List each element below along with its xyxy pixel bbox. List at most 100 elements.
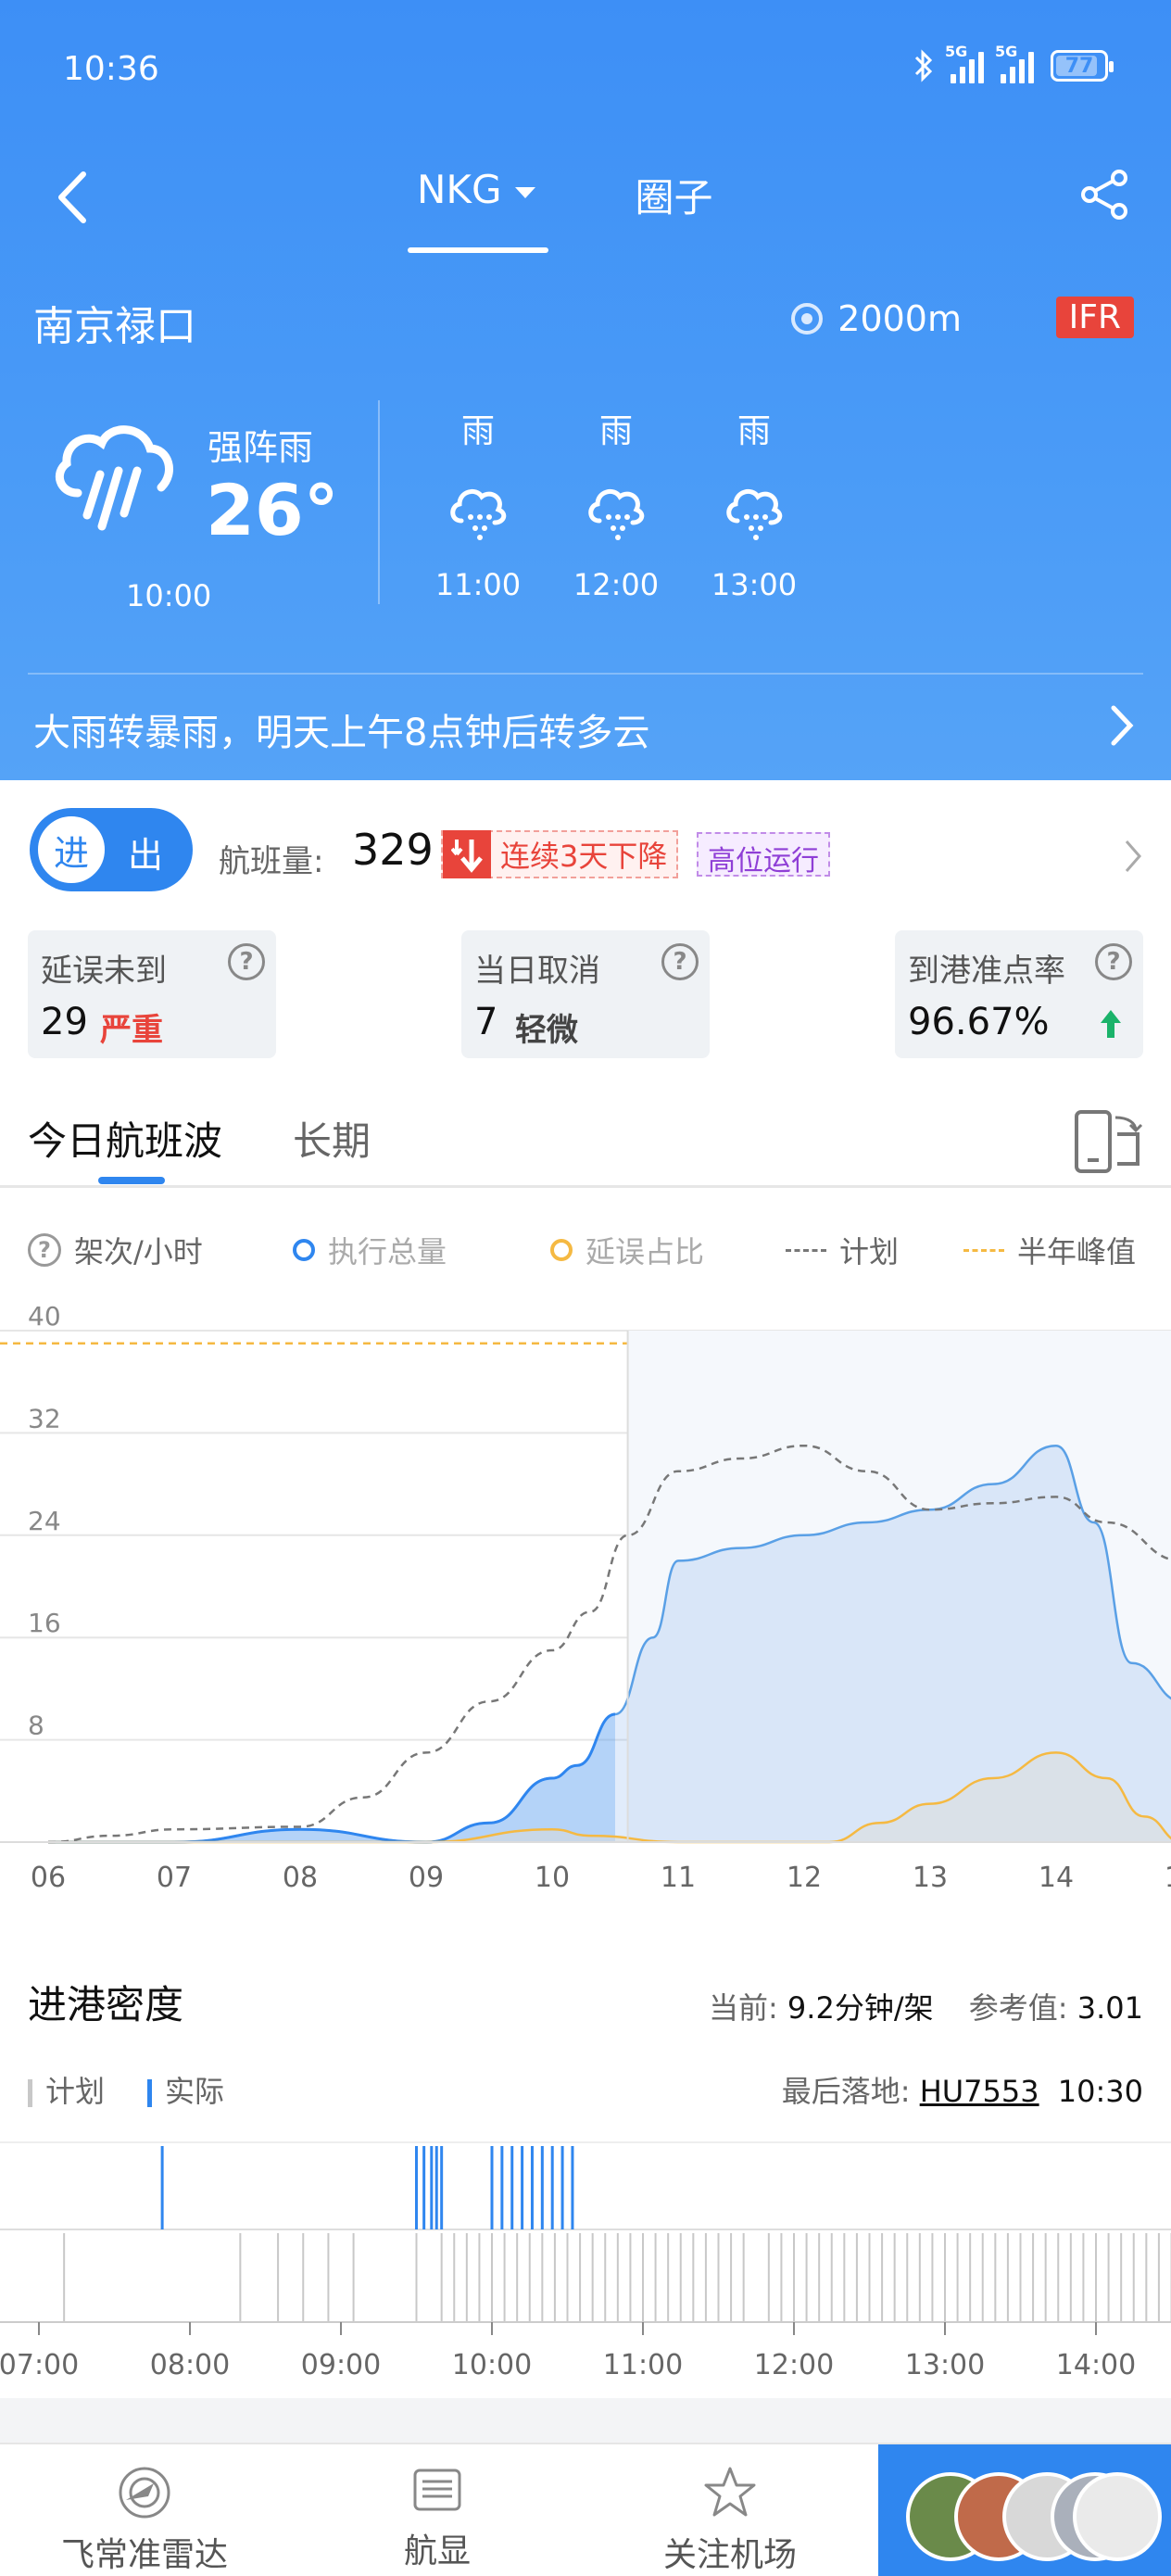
visibility: 2000m	[789, 298, 962, 339]
star-icon	[704, 2467, 756, 2517]
x-tick-label: 11	[661, 1862, 696, 1894]
bottom-nav: 飞常准雷达 航显 关注机场	[0, 2443, 1171, 2576]
back-arrow-icon[interactable]	[44, 165, 100, 230]
current-time: 10:00	[126, 578, 212, 613]
hero-divider	[28, 673, 1143, 675]
legend-plan[interactable]: 计划	[786, 1229, 899, 1271]
stat-card-ontime[interactable]: 到港准点率 ? 96.67%	[895, 930, 1143, 1058]
forecast-item: 雨 12:00	[573, 412, 660, 602]
help-icon[interactable]: ?	[28, 1233, 61, 1267]
time-label: 14:00	[1056, 2349, 1136, 2381]
flight-board-icon	[413, 2469, 461, 2511]
help-icon[interactable]: ?	[228, 943, 265, 980]
rotate-screen-icon[interactable]	[1073, 1108, 1143, 1175]
help-icon[interactable]: ?	[1095, 943, 1132, 980]
severity-tag: 严重	[100, 1012, 163, 1049]
help-icon[interactable]: ?	[661, 943, 699, 980]
legend-actual: 实际	[147, 2068, 224, 2111]
caret-down-icon	[514, 186, 535, 198]
last-landing-flight-link[interactable]: HU7553	[920, 2074, 1039, 2109]
battery-icon: 77	[1051, 50, 1114, 82]
chevron-right-icon[interactable]	[1123, 838, 1143, 875]
y-tick-label: 32	[28, 1403, 61, 1433]
toggle-out[interactable]: 出	[128, 827, 163, 878]
weather-header: 10:36 5G 5G 77 NKG 圈子 南京禄口 2000m IFR 强阵雨…	[0, 0, 1171, 780]
bluetooth-icon	[914, 49, 933, 82]
nav-follow[interactable]: 关注机场	[619, 2444, 841, 2576]
forecast-item: 雨 11:00	[434, 412, 522, 602]
x-tick-label: 06	[31, 1862, 66, 1894]
rain-icon	[726, 488, 783, 540]
density-svg: 07:00 08:00 09:00 10:00 11:00 12:00 13:00 14:00	[0, 2141, 1171, 2381]
eye-icon	[791, 303, 824, 335]
density-current: 当前: 9.2分钟/架 参考值: 3.01	[708, 1990, 1143, 2026]
time-label: 08:00	[150, 2349, 230, 2381]
time-label: 07:00	[0, 2349, 79, 2381]
flight-summary: 进 出 航班量: 329 连续3天下降 高位运行	[0, 804, 1171, 897]
down-arrow-icon	[443, 830, 491, 878]
flights-value: 329	[352, 825, 434, 875]
stat-card-cancelled[interactable]: 当日取消 ? 7 轻微	[461, 930, 710, 1058]
x-tick-label: 08	[283, 1862, 318, 1894]
trend-badge: 连续3天下降	[441, 830, 679, 878]
density-legend: 计划 实际	[28, 2068, 224, 2111]
promo-banner[interactable]	[878, 2444, 1171, 2576]
chevron-right-icon[interactable]	[1106, 702, 1138, 749]
x-tick-label: 12	[787, 1862, 822, 1894]
series-total-past-area	[48, 1714, 615, 1842]
time-label: 12:00	[754, 2349, 834, 2381]
rain-icon	[450, 488, 507, 540]
tab-circle[interactable]: 圈子	[636, 167, 713, 246]
forecast-item: 雨 13:00	[711, 412, 798, 602]
time-label: 10:00	[452, 2349, 532, 2381]
severity-tag: 轻微	[515, 1012, 578, 1049]
chart-tabs: 今日航班波 长期	[0, 1095, 1171, 1188]
toggle-in[interactable]: 进	[35, 814, 107, 886]
tab-today-wave[interactable]: 今日航班波	[28, 1110, 222, 1167]
heavy-rain-icon	[55, 425, 173, 531]
legend-total[interactable]: 执行总量	[293, 1229, 447, 1271]
x-tick-label: 14	[1039, 1862, 1074, 1894]
time-label: 09:00	[301, 2349, 381, 2381]
status-time: 10:36	[63, 50, 159, 88]
x-tick-label: 09	[409, 1862, 444, 1894]
y-tick-label: 24	[28, 1506, 61, 1536]
last-landing: 最后落地: HU7553 10:30	[781, 2074, 1143, 2109]
time-label: 13:00	[905, 2349, 985, 2381]
legend-plan: 计划	[28, 2068, 105, 2111]
tab-long-term[interactable]: 长期	[293, 1110, 371, 1167]
radar-icon	[119, 2467, 170, 2519]
current-condition: 强阵雨	[208, 427, 314, 468]
chart-legend: ? 架次/小时 执行总量 延误占比 计划 半年峰值	[0, 1221, 1171, 1277]
weather-summary[interactable]: 大雨转暴雨，明天上午8点钟后转多云	[33, 702, 649, 756]
x-tick-label: 13	[913, 1862, 948, 1894]
legend-unit: ? 架次/小时	[28, 1229, 203, 1271]
legend-delay-ratio[interactable]: 延误占比	[550, 1229, 704, 1271]
time-label: 11:00	[603, 2349, 683, 2381]
status-icons: 5G 5G 77	[913, 43, 1114, 83]
density-strip[interactable]: 07:00 08:00 09:00 10:00 11:00 12:00 13:00 14:00	[0, 2140, 1171, 2381]
nav-board[interactable]: 航显	[326, 2444, 548, 2576]
active-tab-indicator	[98, 1177, 165, 1184]
density-title: 进港密度	[28, 1982, 184, 2027]
level-badge: 高位运行	[697, 832, 830, 878]
stat-card-delayed[interactable]: 延误未到 ? 29 严重	[28, 930, 276, 1058]
flight-wave-svg: 8 16 24 32 40 06 07 08 09 10 11 12 13 14 15	[0, 1301, 1171, 1894]
share-icon[interactable]	[1078, 169, 1130, 221]
rain-icon	[588, 488, 645, 540]
y-tick-label: 40	[28, 1301, 61, 1332]
airport-name: 南京禄口	[33, 303, 196, 350]
x-tick-label: 10	[535, 1862, 570, 1894]
in-out-toggle[interactable]: 进 出	[30, 808, 193, 891]
signal-icon: 5G	[945, 43, 984, 83]
nav-radar[interactable]: 飞常准雷达	[33, 2444, 256, 2576]
arrow-up-icon	[1101, 1010, 1121, 1038]
current-temperature: 26°	[206, 469, 339, 551]
legend-half-year-peak[interactable]: 半年峰值	[963, 1229, 1136, 1271]
tab-airport-code[interactable]: NKG	[408, 167, 548, 253]
flight-rule-badge: IFR	[1055, 297, 1134, 338]
signal-icon-2: 5G	[995, 43, 1034, 83]
weather-divider	[378, 400, 380, 604]
flight-wave-chart[interactable]: 8 16 24 32 40 06 07 08 09 10 11 12 13 14 15	[0, 1297, 1171, 1927]
footer-gap	[0, 2398, 1171, 2444]
